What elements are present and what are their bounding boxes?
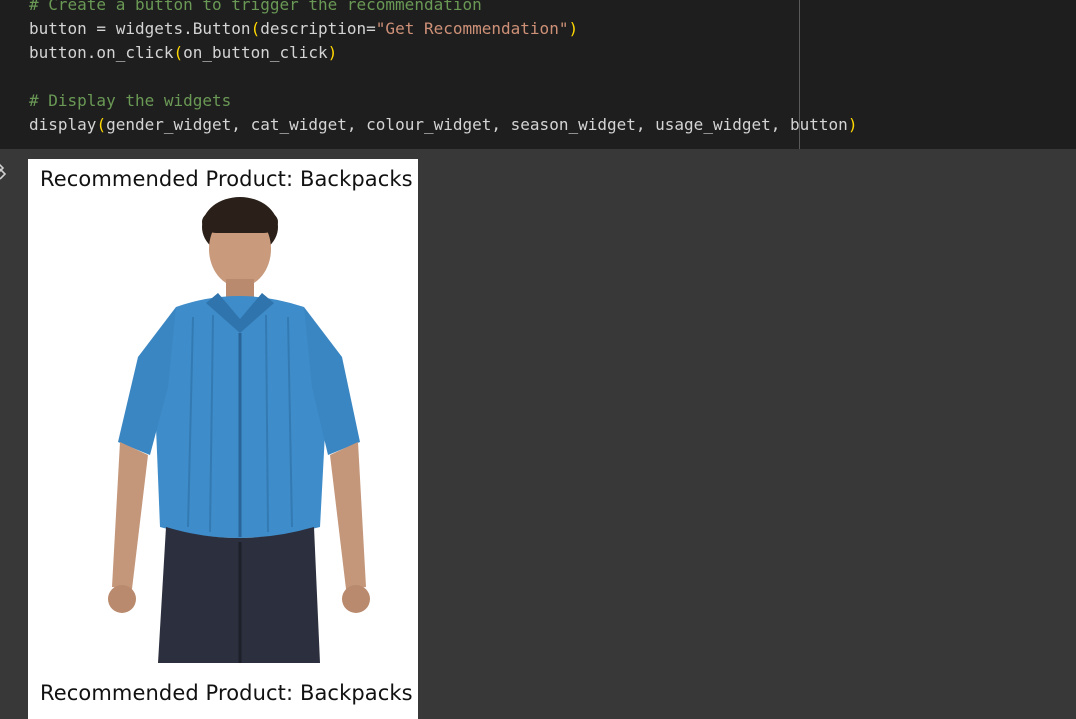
output-toggle-icon[interactable]: [0, 159, 10, 180]
cell-output-area: Recommended Product: Backpacks Recommend…: [0, 149, 1076, 719]
code-token-plain: gender_widget, cat_widget, colour_widget…: [106, 115, 848, 134]
code-token-comment: # Display the widgets: [29, 91, 232, 110]
code-line[interactable]: button.on_click(on_button_click): [29, 41, 857, 65]
code-token-plain: button = widgets.Button: [29, 19, 251, 38]
code-line[interactable]: # Create a button to trigger the recomme…: [29, 0, 857, 17]
code-cell[interactable]: # Create a button to trigger the recomme…: [0, 0, 1076, 149]
code-token-plain: on_button_click: [183, 43, 328, 62]
figure-title-repeat: Recommended Product: Backpacks: [40, 681, 413, 705]
code-token-string: "Get Recommendation": [375, 19, 569, 38]
product-photo-image: [108, 197, 370, 663]
code-editor[interactable]: # Create a button to trigger the recomme…: [29, 0, 857, 137]
editor-ruler: [799, 0, 800, 149]
code-token-plain: button.on_click: [29, 43, 174, 62]
code-token-paren: (: [250, 19, 261, 38]
code-line[interactable]: display(gender_widget, cat_widget, colou…: [29, 113, 857, 137]
code-token-plain: description=: [260, 19, 376, 38]
code-line[interactable]: [29, 65, 857, 89]
code-line[interactable]: # Display the widgets: [29, 89, 857, 113]
code-line[interactable]: button = widgets.Button(description="Get…: [29, 17, 857, 41]
code-token-paren: (: [96, 115, 107, 134]
code-token-paren: ): [568, 19, 579, 38]
code-token-plain: display: [29, 115, 97, 134]
code-token-paren: ): [847, 115, 858, 134]
code-token-comment: # Create a button to trigger the recomme…: [29, 0, 482, 14]
output-figure: Recommended Product: Backpacks Recommend…: [28, 159, 418, 719]
code-token-paren: (: [173, 43, 184, 62]
code-token-paren: ): [327, 43, 338, 62]
figure-title: Recommended Product: Backpacks: [40, 167, 413, 191]
